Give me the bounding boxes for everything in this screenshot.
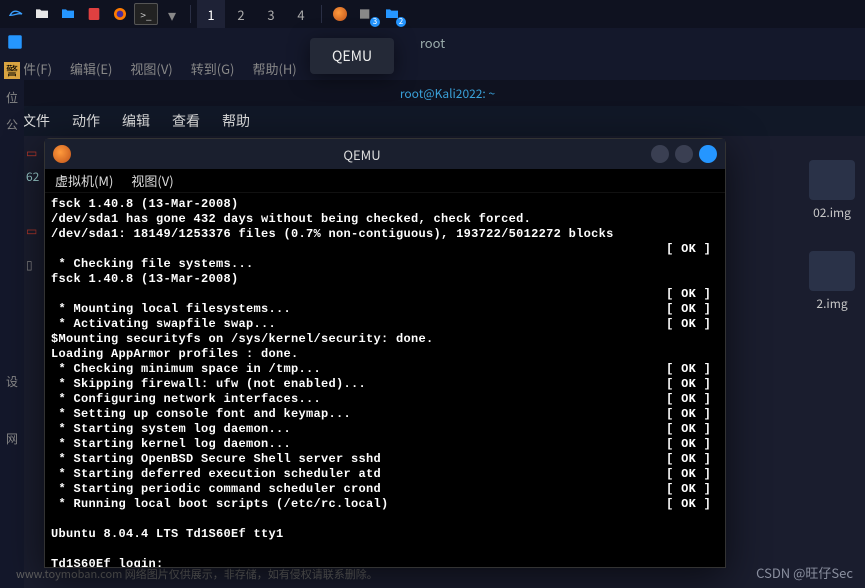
- qemu-app-icon: [53, 145, 71, 163]
- term-menu-help[interactable]: 帮助: [222, 111, 250, 131]
- footer-text: www.toymoban.com 网络图片仅供展示，非存储，如有侵权请联系删除。: [16, 566, 378, 582]
- separator: [321, 5, 322, 23]
- kali-logo-icon[interactable]: [4, 3, 28, 25]
- filemanager-menubar: 文件(F) 编辑(E) 视图(V) 转到(G) 帮助(H): [0, 56, 865, 80]
- minimize-button[interactable]: [651, 145, 669, 163]
- term-menu-view[interactable]: 查看: [172, 111, 200, 131]
- qemu-menu-view[interactable]: 视图(V): [131, 171, 173, 190]
- num-label: 62: [26, 168, 39, 185]
- qemu-menubar: 虚拟机(M) 视图(V): [45, 169, 725, 193]
- filemanager-titlebar: root: [0, 28, 865, 56]
- file-item[interactable]: 2.img: [809, 251, 855, 312]
- terminal-icon[interactable]: >_: [134, 3, 158, 25]
- left-item-1[interactable]: 警: [4, 62, 20, 79]
- dash-icon: ▭: [26, 144, 37, 161]
- menu-go[interactable]: 转到(G): [191, 59, 235, 78]
- workspace-1[interactable]: 1: [197, 0, 225, 28]
- menu-help[interactable]: 帮助(H): [252, 59, 296, 78]
- workspace-4[interactable]: 4: [287, 0, 315, 28]
- term-menu-action[interactable]: 动作: [72, 111, 100, 131]
- menu-view[interactable]: 视图(V): [130, 59, 172, 78]
- terminal-fragment: ▭ 62 ▭ ▯: [26, 140, 39, 276]
- term-menu-edit[interactable]: 编辑: [122, 111, 150, 131]
- terminal-titlebar: root@Kali2022: ~: [0, 80, 865, 106]
- qemu-titlebar[interactable]: QEMU: [45, 139, 725, 169]
- separator: [190, 5, 191, 23]
- close-button[interactable]: [699, 145, 717, 163]
- task-icon-2[interactable]: 3: [354, 3, 378, 25]
- qemu-title: QEMU: [79, 145, 645, 164]
- terminal-title: root@Kali2022: ~: [30, 85, 865, 102]
- file-label: 02.img: [813, 204, 851, 221]
- folder-icon[interactable]: [56, 3, 80, 25]
- text-editor-icon[interactable]: [82, 3, 106, 25]
- file-item[interactable]: 02.img: [809, 160, 855, 221]
- left-label-settings[interactable]: 设: [6, 373, 18, 390]
- file-thumb-icon: [809, 251, 855, 291]
- left-toolstrip: 警 位 公 设 网: [0, 56, 24, 588]
- qemu-window: QEMU 虚拟机(M) 视图(V) fsck 1.40.8 (13-Mar-20…: [44, 138, 726, 568]
- qemu-menu-machine[interactable]: 虚拟机(M): [55, 171, 113, 190]
- left-item-3[interactable]: 公: [6, 116, 18, 133]
- dropdown-icon[interactable]: ▾: [160, 3, 184, 25]
- watermark: CSDN @旺仔Sec: [756, 563, 853, 582]
- task-icon-3[interactable]: 2: [380, 3, 404, 25]
- tooltip: QEMU: [310, 38, 394, 74]
- filemanager-title: root: [420, 33, 445, 52]
- term-menu-file[interactable]: 文件: [22, 111, 50, 131]
- workspace-2[interactable]: 2: [227, 0, 255, 28]
- maximize-button[interactable]: [675, 145, 693, 163]
- firefox-icon[interactable]: [108, 3, 132, 25]
- dash-icon: ▭: [26, 222, 37, 239]
- menu-edit[interactable]: 编辑(E): [70, 59, 112, 78]
- workspace-3[interactable]: 3: [257, 0, 285, 28]
- qemu-console[interactable]: fsck 1.40.8 (13-Mar-2008) /dev/sda1 has …: [45, 193, 725, 567]
- terminal-menubar: 文件 动作 编辑 查看 帮助: [0, 106, 865, 136]
- qemu-task-icon[interactable]: [328, 3, 352, 25]
- left-label-net[interactable]: 网: [6, 430, 18, 447]
- files-icon[interactable]: [30, 3, 54, 25]
- bracket-icon: ▯: [26, 256, 33, 273]
- desktop-files: 02.img 2.img: [809, 160, 855, 342]
- app-icon: [6, 33, 24, 51]
- file-thumb-icon: [809, 160, 855, 200]
- system-taskbar: >_ ▾ 1 2 3 4 3 2: [0, 0, 865, 28]
- file-label: 2.img: [816, 295, 847, 312]
- left-item-2[interactable]: 位: [6, 89, 18, 106]
